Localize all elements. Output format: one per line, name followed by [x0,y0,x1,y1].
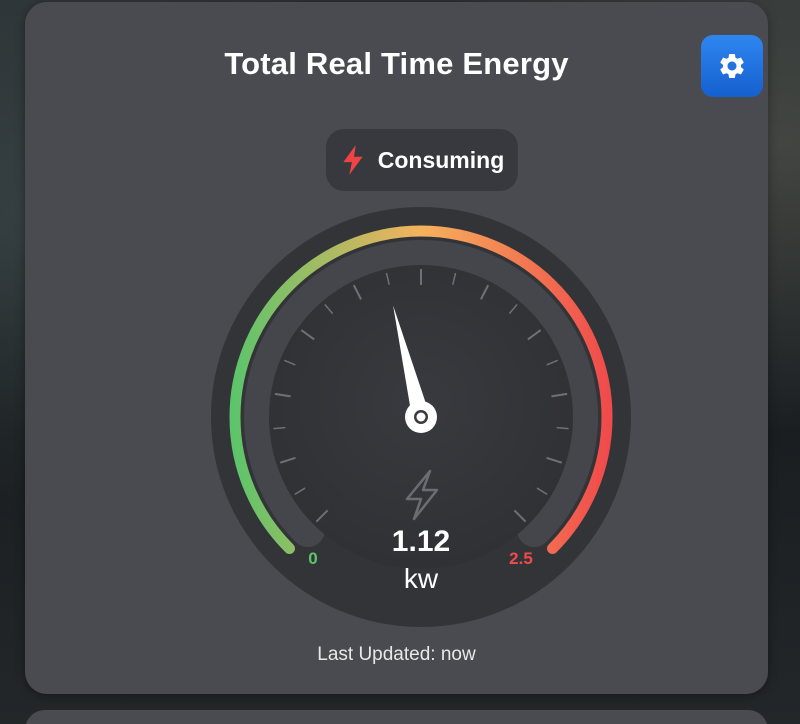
status-label: Consuming [377,146,505,173]
next-card [25,710,768,724]
card-title: Total Real Time Energy [224,46,569,81]
gauge-needle-hub-dot [416,412,426,422]
energy-card: Total Real Time Energy Consuming 0 2.5 1… [25,2,768,694]
last-updated-text: Last Updated: now [317,644,476,665]
gauge-value: 1.12 [392,525,450,558]
gauge-min-label: 0 [308,549,317,568]
gauge-unit: kw [404,563,439,594]
gauge-max-label: 2.5 [509,549,533,568]
gauge-tick [273,426,286,430]
lightning-bolt-icon [343,145,363,175]
settings-button[interactable] [701,35,763,97]
gauge-tick [556,426,569,430]
status-badge: Consuming [326,129,518,191]
power-gauge: 0 2.5 1.12 kw [211,207,631,627]
gear-icon [720,53,744,78]
